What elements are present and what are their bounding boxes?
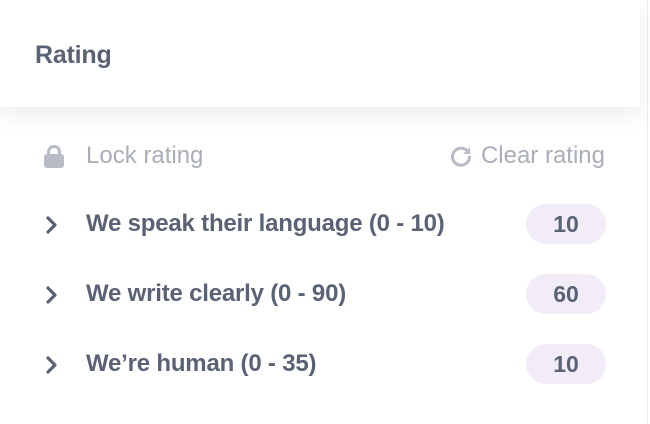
panel-border-right [647,0,648,424]
rating-header: Rating [0,0,640,107]
clear-rating-button[interactable]: Clear rating [449,138,605,174]
panel-title: Rating [35,41,112,69]
refresh-icon [450,146,471,167]
rating-criteria-list: We speak their language (0 - 10) 10 We w… [0,190,640,400]
rating-toolbar: Lock rating Clear rating [0,107,640,203]
score-badge: 10 [526,344,606,384]
chevron-right-icon[interactable] [44,285,60,305]
chevron-right-icon[interactable] [44,215,60,235]
lock-rating-button[interactable]: Lock rating [44,138,203,174]
chevron-right-icon[interactable] [44,355,60,375]
lock-rating-label: Lock rating [86,142,204,169]
criteria-row[interactable]: We’re human (0 - 35) 10 [0,330,640,400]
clear-rating-label: Clear rating [480,142,605,169]
criteria-label: We’re human (0 - 35) [86,350,317,377]
rating-body: Lock rating Clear rating We speak their … [0,107,640,424]
criteria-label: We write clearly (0 - 90) [86,280,347,307]
criteria-label: We speak their language (0 - 10) [86,210,445,237]
score-badge: 60 [526,274,606,314]
lock-icon [44,144,64,168]
criteria-row[interactable]: We write clearly (0 - 90) 60 [0,260,640,330]
score-badge: 10 [526,204,606,244]
criteria-row[interactable]: We speak their language (0 - 10) 10 [0,190,640,260]
rating-panel: Rating Lock rating Clear rating We speak… [0,0,650,424]
